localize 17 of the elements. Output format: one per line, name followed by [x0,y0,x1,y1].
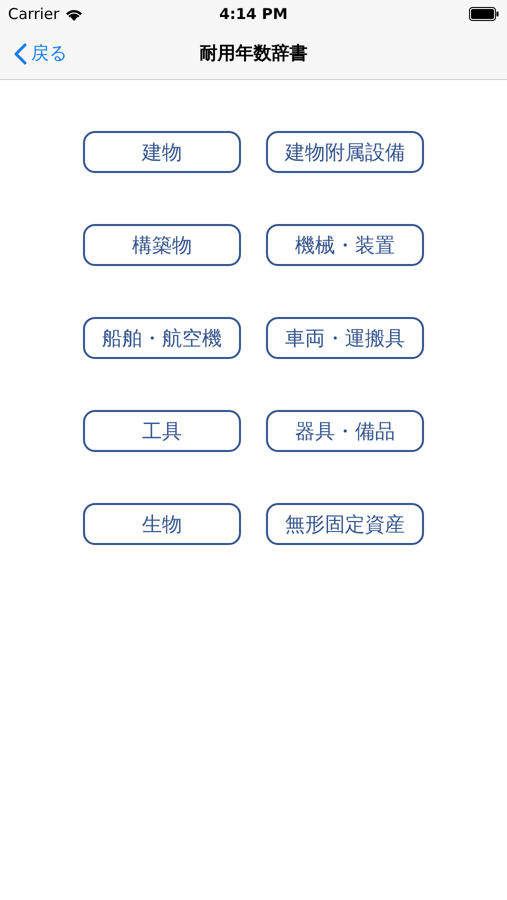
category-button[interactable]: 建物 [83,131,241,173]
category-button[interactable]: 無形固定資産 [266,503,424,545]
chevron-left-icon [14,42,27,64]
category-button[interactable]: 生物 [83,503,241,545]
category-button[interactable]: 建物附属設備 [266,131,424,173]
category-button[interactable]: 工具 [83,410,241,452]
carrier-label: Carrier [8,4,60,25]
category-button[interactable]: 器具・備品 [266,410,424,452]
category-button[interactable]: 機械・装置 [266,224,424,266]
category-button[interactable]: 構築物 [83,224,241,266]
category-button[interactable]: 車両・運搬具 [266,317,424,359]
wifi-icon [65,8,84,20]
category-button[interactable]: 船舶・航空機 [83,317,241,359]
status-time: 4:14 PM [219,4,288,25]
battery-icon [469,7,499,21]
screen-title: 耐用年数辞書 [200,42,308,66]
back-button[interactable]: 戻る [0,40,67,67]
